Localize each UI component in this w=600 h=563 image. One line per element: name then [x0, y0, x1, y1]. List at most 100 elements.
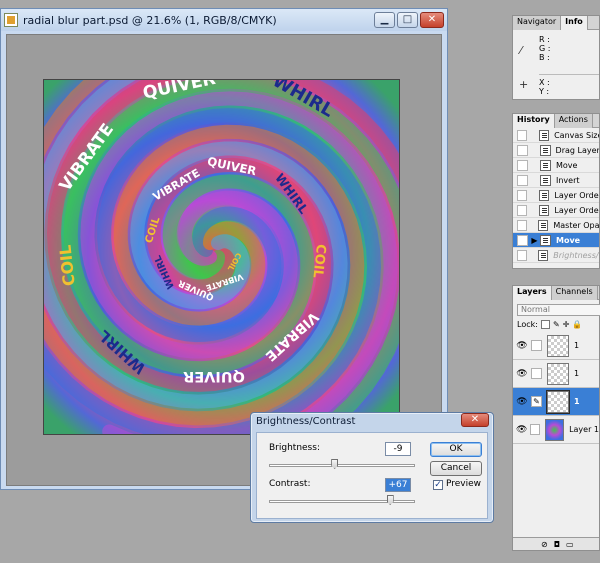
eye-icon[interactable]: 👁	[516, 341, 528, 351]
dialog-title: Brightness/Contrast	[256, 416, 356, 427]
brush-icon[interactable]: ✎	[531, 396, 542, 407]
history-snapshot-checkbox[interactable]	[517, 129, 528, 141]
history-item[interactable]: Canvas Size	[513, 128, 599, 143]
history-item-label: Invert	[556, 175, 580, 185]
history-snapshot-checkbox[interactable]	[517, 189, 528, 201]
brightness-label: Brightness:	[269, 443, 320, 453]
info-b-label: B :	[539, 53, 550, 62]
tab-history[interactable]: History	[513, 114, 555, 128]
history-step-icon	[540, 234, 551, 246]
history-item[interactable]: Layer Order	[513, 203, 599, 218]
layer-row[interactable]: 👁 ✎ 1	[513, 388, 599, 416]
tab-actions[interactable]: Actions	[554, 114, 593, 128]
history-step-icon	[540, 174, 551, 186]
history-item-label: Layer Order	[554, 190, 600, 200]
history-snapshot-checkbox[interactable]	[517, 234, 528, 246]
history-snapshot-checkbox[interactable]	[517, 219, 528, 231]
history-step-icon	[538, 219, 549, 231]
tab-info[interactable]: Info	[561, 16, 588, 30]
layer-thumbnail	[546, 389, 570, 414]
history-item[interactable]: Brightness/C	[513, 248, 599, 263]
lock-row: Lock: ✎ ✛ 🔒	[517, 320, 582, 329]
tab-navigator[interactable]: Navigator	[513, 16, 562, 30]
close-button[interactable]: ✕	[420, 12, 444, 28]
history-item[interactable]: Layer Order	[513, 188, 599, 203]
history-step-icon	[538, 204, 550, 216]
document-titlebar[interactable]: radial blur part.psd @ 21.6% (1, RGB/8/C…	[1, 9, 447, 31]
history-step-icon	[540, 159, 551, 171]
psd-file-icon	[4, 13, 18, 27]
info-y-label: Y :	[539, 87, 550, 96]
lock-icon[interactable]: 🔒	[572, 320, 582, 329]
artwork-word: QUIVER	[183, 368, 245, 384]
layers-panel: Layers Channels Normal Lock: ✎ ✛ 🔒 👁 1 👁 1 👁…	[512, 285, 600, 551]
history-item-label: Move	[556, 235, 581, 245]
preview-checkbox[interactable]: ✓	[433, 480, 443, 490]
layer-link-box[interactable]	[531, 368, 542, 379]
dialog-close-button[interactable]: ✕	[461, 413, 489, 427]
history-step-icon	[538, 249, 549, 261]
history-item-label: Layer Order	[554, 205, 600, 215]
history-list: Canvas Size Drag Layer Move Invert Layer Ord…	[513, 128, 599, 263]
minimize-button[interactable]: ▁	[374, 12, 395, 28]
history-step-icon	[538, 129, 550, 141]
preview-label: Preview	[446, 479, 482, 489]
layer-name: 1	[574, 341, 580, 350]
history-snapshot-checkbox[interactable]	[517, 159, 528, 171]
layer-thumbnail	[547, 362, 569, 385]
info-panel: Navigator Info ⁄ R : G : B : + X : Y :	[512, 15, 600, 100]
tab-channels[interactable]: Channels	[551, 286, 598, 300]
tab-layers[interactable]: Layers	[513, 286, 552, 300]
move-icon[interactable]: ✛	[563, 320, 570, 329]
lock-label: Lock:	[517, 320, 538, 329]
layer-thumbnail	[547, 334, 569, 357]
history-item[interactable]: Invert	[513, 173, 599, 188]
layer-row[interactable]: 👁 1	[513, 332, 599, 360]
radial-blur-artwork[interactable]: COIL VIBRATE QUIVER WHIRL COIL VIBRATE QUIVER W…	[43, 79, 400, 435]
history-item[interactable]: Move	[513, 158, 599, 173]
history-item[interactable]: ▶ Move	[513, 233, 599, 248]
history-snapshot-checkbox[interactable]	[517, 174, 528, 186]
brightness-slider-track[interactable]	[269, 464, 415, 467]
blend-mode-select[interactable]: Normal	[517, 304, 600, 316]
layer-row[interactable]: 👁 Layer 1	[513, 416, 599, 444]
history-step-icon	[538, 189, 550, 201]
history-snapshot-checkbox[interactable]	[517, 144, 528, 156]
lock-transparent-checkbox[interactable]	[540, 320, 550, 329]
cancel-button[interactable]: Cancel	[430, 461, 482, 476]
layer-mask-icon[interactable]: ◘	[554, 540, 560, 549]
ok-button[interactable]: OK	[430, 442, 482, 457]
layers-bottom-bar: ⊘ ◘ ▭	[513, 537, 599, 550]
history-item[interactable]: Master Opac	[513, 218, 599, 233]
contrast-input[interactable]: +67	[385, 478, 411, 492]
crosshair-icon: +	[519, 78, 529, 91]
eye-icon[interactable]: 👁	[516, 425, 527, 435]
info-r-label: R :	[539, 35, 550, 44]
eyedropper-icon: ⁄	[520, 44, 522, 57]
eye-icon[interactable]: 👁	[516, 397, 528, 407]
eye-icon[interactable]: 👁	[516, 369, 528, 379]
brush-icon[interactable]: ✎	[553, 320, 560, 329]
brightness-input[interactable]: -9	[385, 442, 411, 456]
layer-row[interactable]: 👁 1	[513, 360, 599, 388]
layer-name: Layer 1	[569, 425, 599, 434]
brightness-slider-thumb[interactable]	[331, 459, 339, 469]
document-title: radial blur part.psd @ 21.6% (1, RGB/8/C…	[23, 13, 277, 27]
history-snapshot-checkbox[interactable]	[517, 204, 528, 216]
info-g-label: G :	[539, 44, 551, 53]
dialog-body: Brightness: -9 Contrast: +67 OK Cancel ✓…	[256, 432, 488, 519]
layer-link-box[interactable]	[531, 340, 542, 351]
dialog-titlebar[interactable]: Brightness/Contrast	[251, 413, 493, 430]
history-item[interactable]: Drag Layer	[513, 143, 599, 158]
history-snapshot-checkbox[interactable]	[517, 249, 528, 261]
new-group-icon[interactable]: ▭	[566, 540, 574, 549]
layer-link-box[interactable]	[530, 424, 541, 435]
contrast-slider-thumb[interactable]	[386, 495, 394, 505]
history-step-icon	[539, 144, 551, 156]
history-item-label: Brightness/C	[553, 250, 599, 260]
layer-thumbnail	[545, 418, 565, 441]
history-item-label: Master Opac	[553, 220, 599, 230]
link-layers-icon[interactable]: ⊘	[541, 540, 548, 549]
brightness-contrast-dialog: Brightness/Contrast ✕ Brightness: -9 Con…	[250, 412, 494, 523]
maximize-button[interactable]: □	[397, 12, 418, 28]
